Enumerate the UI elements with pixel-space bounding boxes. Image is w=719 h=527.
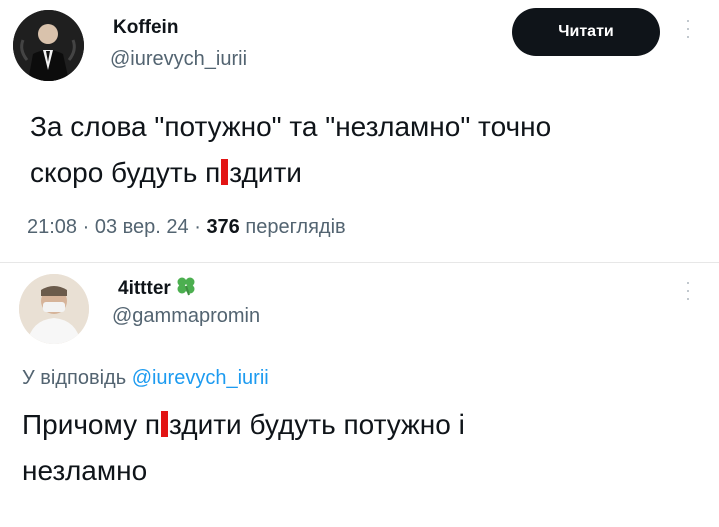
author-handle[interactable]: @iurevych_iurii [110,48,247,71]
tweet-metadata: 21:08 · 03 вер. 24 · 376 переглядів [27,216,346,239]
tweet-body: За слова "потужно" та "незламно" точно с… [30,104,689,196]
author-name-text[interactable]: 4ittter [118,278,171,299]
author-handle[interactable]: @gammapromin [112,305,260,328]
meta-separator: · [82,216,95,238]
follow-button[interactable]: Читати [512,8,660,56]
avatar-image [19,274,89,344]
reply-mention-link[interactable]: @iurevych_iurii [132,367,269,389]
censor-bar [161,411,169,437]
tweet-body-line-1-start: Причому п [22,409,161,440]
tweet-body-line-1-end: здити будуть потужно і [169,409,465,440]
tweet-date[interactable]: 03 вер. 24 [95,216,189,238]
more-options-icon[interactable]: · · · [683,11,693,45]
views-count: 376 [206,216,240,238]
tweet-time[interactable]: 21:08 [27,216,77,238]
author-name[interactable]: Koffein [113,17,178,39]
avatar-image [13,10,84,81]
tweet-body-line-2-end: здити [229,157,302,188]
views-label: переглядів [245,216,346,238]
reply-to-line: У відповідь @iurevych_iurii [22,367,269,390]
tweet-body-line-2-start: скоро будуть п [30,157,221,188]
meta-separator: · [194,216,207,238]
reply-prefix: У відповідь [22,367,127,389]
censor-bar [221,159,229,185]
more-options-icon[interactable]: · · · [683,273,693,307]
four-leaf-clover-icon [175,276,197,302]
tweet-body: Причому п здити будуть потужно і незламно [22,402,689,494]
author-avatar[interactable] [19,274,89,344]
tweet-body-line-1: Причому п здити будуть потужно і [22,402,689,448]
tweet-body-line-1: За слова "потужно" та "незламно" точно [30,111,552,142]
tweet-body-line-2: скоро будуть п здити [30,150,689,196]
author-name[interactable]: 4ittter [118,276,197,302]
tweet-body-line-2: незламно [22,455,148,486]
author-avatar[interactable] [13,10,84,81]
